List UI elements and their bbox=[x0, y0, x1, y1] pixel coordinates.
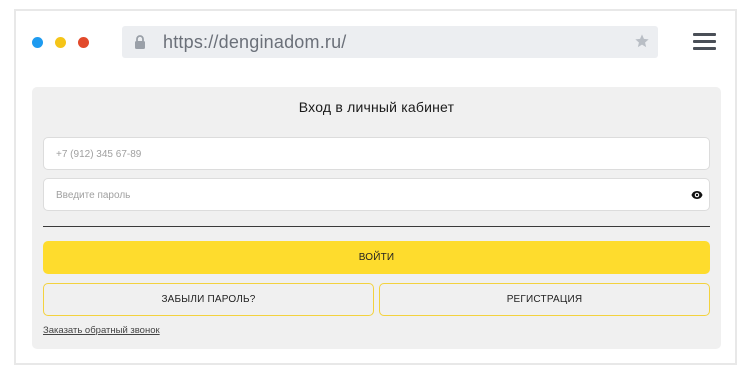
window-dot-red[interactable] bbox=[78, 37, 89, 48]
forgot-password-button[interactable]: ЗАБЫЛИ ПАРОЛЬ? bbox=[43, 283, 374, 316]
window-dot-blue[interactable] bbox=[32, 37, 43, 48]
url-text[interactable]: https://denginadom.ru/ bbox=[163, 32, 347, 53]
star-icon[interactable] bbox=[634, 33, 650, 49]
browser-window: https://denginadom.ru/ Вход в личный каб… bbox=[14, 9, 737, 365]
callback-link[interactable]: Заказать обратный звонок bbox=[43, 325, 160, 336]
phone-field[interactable] bbox=[43, 137, 710, 171]
browser-toolbar: https://denginadom.ru/ bbox=[16, 11, 735, 75]
login-card: Вход в личный кабинет ВОЙТИ ЗАБЫЛИ ПАРОЛ… bbox=[32, 87, 721, 349]
password-input[interactable] bbox=[54, 179, 668, 212]
address-bar[interactable]: https://denginadom.ru/ bbox=[122, 26, 658, 58]
phone-input[interactable] bbox=[54, 138, 668, 171]
login-title: Вход в личный кабинет bbox=[298, 99, 455, 115]
password-field[interactable] bbox=[43, 178, 710, 212]
menu-icon[interactable] bbox=[693, 33, 716, 51]
login-button[interactable]: ВОЙТИ bbox=[43, 241, 710, 274]
form-divider bbox=[43, 226, 710, 227]
menu-icon-bar bbox=[693, 40, 716, 43]
eye-icon[interactable] bbox=[691, 190, 703, 200]
lock-icon bbox=[135, 35, 145, 49]
window-dot-yellow[interactable] bbox=[55, 37, 66, 48]
register-button[interactable]: РЕГИСТРАЦИЯ bbox=[379, 283, 710, 316]
menu-icon-bar bbox=[693, 33, 716, 36]
menu-icon-bar bbox=[693, 47, 716, 50]
